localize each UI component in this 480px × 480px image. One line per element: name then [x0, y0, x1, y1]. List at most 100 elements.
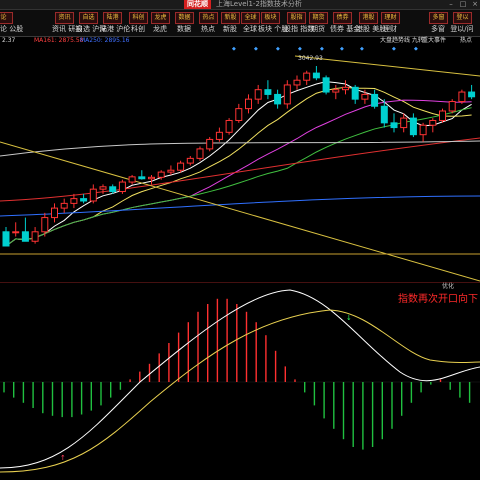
hotspot-toggle[interactable]: 热点: [460, 37, 472, 45]
toolbar-button-8[interactable]: 热点 热点: [196, 11, 220, 35]
candle-body: [109, 186, 117, 193]
toolbar-button-18[interactable]: 登以 登以/问: [450, 11, 474, 35]
toolbar-icon: 板块: [261, 12, 280, 24]
toolbar-button-label: 登以/问: [450, 25, 474, 33]
toolbar-button-label: 资讯 研报: [52, 25, 83, 33]
macd-histogram: [3, 298, 471, 450]
candle-body: [361, 93, 369, 100]
toolbar-button-15[interactable]: 港股 港股 美股: [356, 11, 386, 35]
toolbar-button-12[interactable]: 股指 股指 指数: [284, 11, 314, 35]
toolbar-button-label: 理财: [383, 25, 397, 33]
event-marker[interactable]: ◆: [320, 46, 324, 52]
candle-body: [342, 86, 349, 91]
candle-body: [371, 93, 379, 107]
moving-average-lines: [0, 55, 480, 282]
candle-body: [80, 198, 88, 202]
minimize-icon[interactable]: –: [446, 0, 456, 9]
candle-body: [177, 162, 185, 171]
app-logo: 同花顺: [184, 0, 211, 9]
event-marker[interactable]: ◆: [414, 46, 418, 52]
macd-lines: ↑↓: [0, 289, 480, 473]
candle-body: [380, 105, 388, 124]
toolbar-button-label: 多窗: [431, 25, 445, 33]
candle-body: [225, 119, 233, 133]
candle-body: [118, 181, 126, 193]
toolbar-button-4[interactable]: 陆港 陆港 沪伦: [100, 11, 130, 35]
toolbar-icon: 科创: [129, 12, 148, 24]
candle-body: [439, 110, 446, 121]
toolbar-button-label: 热点: [201, 25, 215, 33]
candle-body: [400, 117, 408, 129]
candle-body: [458, 91, 466, 103]
toolbar-button-label: 论 公股: [0, 25, 24, 33]
candle-body: [235, 108, 243, 121]
candle-body: [2, 231, 10, 247]
event-marker[interactable]: ◆: [254, 46, 258, 52]
toolbar-button-11[interactable]: 板块 板块 个股: [258, 11, 288, 35]
kline-chart[interactable]: ◆ ◆ ◆ ◆ ◆ ◆ ◆ ◆ ◆ 3042.93: [0, 46, 480, 282]
candle-body: [293, 79, 301, 86]
ma250-label: MA250: 2895.16: [80, 37, 130, 44]
event-marker[interactable]: ◆: [340, 46, 344, 52]
candle-body: [21, 231, 29, 242]
toolbar-button-5[interactable]: 科创 科创: [126, 11, 150, 35]
candle-body: [41, 217, 49, 233]
maximize-icon[interactable]: □: [458, 0, 468, 9]
toolbar-button-13[interactable]: 期货 期货: [306, 11, 330, 35]
trend-toggle[interactable]: 大盘趋势线 九转: [380, 37, 424, 45]
indicator-left-value: 2.37: [2, 37, 16, 44]
candle-body: [332, 89, 340, 93]
toolbar-icon: 期货: [309, 12, 328, 24]
toolbar-icon: 股指: [287, 12, 306, 24]
toolbar-icon: 陆港: [103, 12, 122, 24]
events-toggle[interactable]: 重大事件: [422, 37, 446, 45]
indicator-bar: 2.37 MA161: 2875.58 MA250: 2895.16 大盘趋势线…: [0, 37, 480, 45]
event-marker[interactable]: ◆: [232, 46, 236, 52]
candle-body: [99, 186, 107, 190]
toolbar-icon: 登以: [453, 12, 472, 24]
candle-body: [157, 171, 165, 178]
toolbar-button-3[interactable]: 自选 自选 沪深: [76, 11, 107, 35]
candle-body: [31, 231, 39, 242]
toolbar-button-14[interactable]: 债券 债券 基金: [330, 11, 360, 35]
toolbar-button-label: 科创: [131, 25, 145, 33]
toolbar-button-7[interactable]: 数据 数据: [172, 11, 196, 35]
toolbar-icon: 多窗: [429, 12, 448, 24]
candle-body: [167, 169, 175, 173]
candle-body: [148, 176, 155, 180]
toolbar-button-6[interactable]: 龙虎 龙虎: [148, 11, 172, 35]
candle-body: [429, 119, 437, 126]
title-bar: 同花顺 上海Level1-2指数技术分析 – □ ×: [0, 0, 480, 10]
toolbar-button-label: 期货: [311, 25, 325, 33]
candle-body: [51, 207, 58, 219]
close-icon[interactable]: ×: [470, 0, 480, 9]
candle-body: [448, 101, 456, 112]
candle-body: [12, 231, 20, 234]
candle-body: [351, 86, 359, 100]
candle-body: [409, 117, 417, 136]
macd-chart[interactable]: ↑↓ 优化 指数再次开口向下: [0, 282, 480, 480]
event-marker[interactable]: ◆: [392, 46, 396, 52]
toolbar-button-2[interactable]: 资讯 资讯 研报: [52, 11, 83, 35]
candle-body: [60, 202, 68, 209]
toolbar-icon: 论: [0, 12, 13, 24]
candle-body: [283, 84, 291, 105]
toolbar-icon: 热点: [199, 12, 218, 24]
toolbar-button-17[interactable]: 多窗 多窗: [426, 11, 450, 35]
candle-body: [312, 72, 320, 79]
candle-body: [196, 148, 204, 159]
high-price-label: 3042.93: [298, 55, 323, 62]
toolbar-icon: 自选: [79, 12, 98, 24]
candle-body: [254, 89, 262, 100]
event-marker[interactable]: ◆: [360, 46, 364, 52]
candle-body: [322, 77, 330, 93]
toolbar-button-label: 自选 沪深: [76, 25, 107, 33]
toolbar-button-16[interactable]: 理财 理财: [378, 11, 402, 35]
ma161-label: MA161: 2875.58: [34, 37, 84, 44]
death-cross-arrow-icon: ↓: [346, 314, 352, 322]
toolbar-icon: 理财: [381, 12, 400, 24]
toolbar-button-1[interactable]: 论论 公股: [0, 11, 24, 35]
candle-body: [70, 198, 78, 204]
event-marker[interactable]: ◆: [298, 46, 302, 52]
event-marker[interactable]: ◆: [276, 46, 280, 52]
